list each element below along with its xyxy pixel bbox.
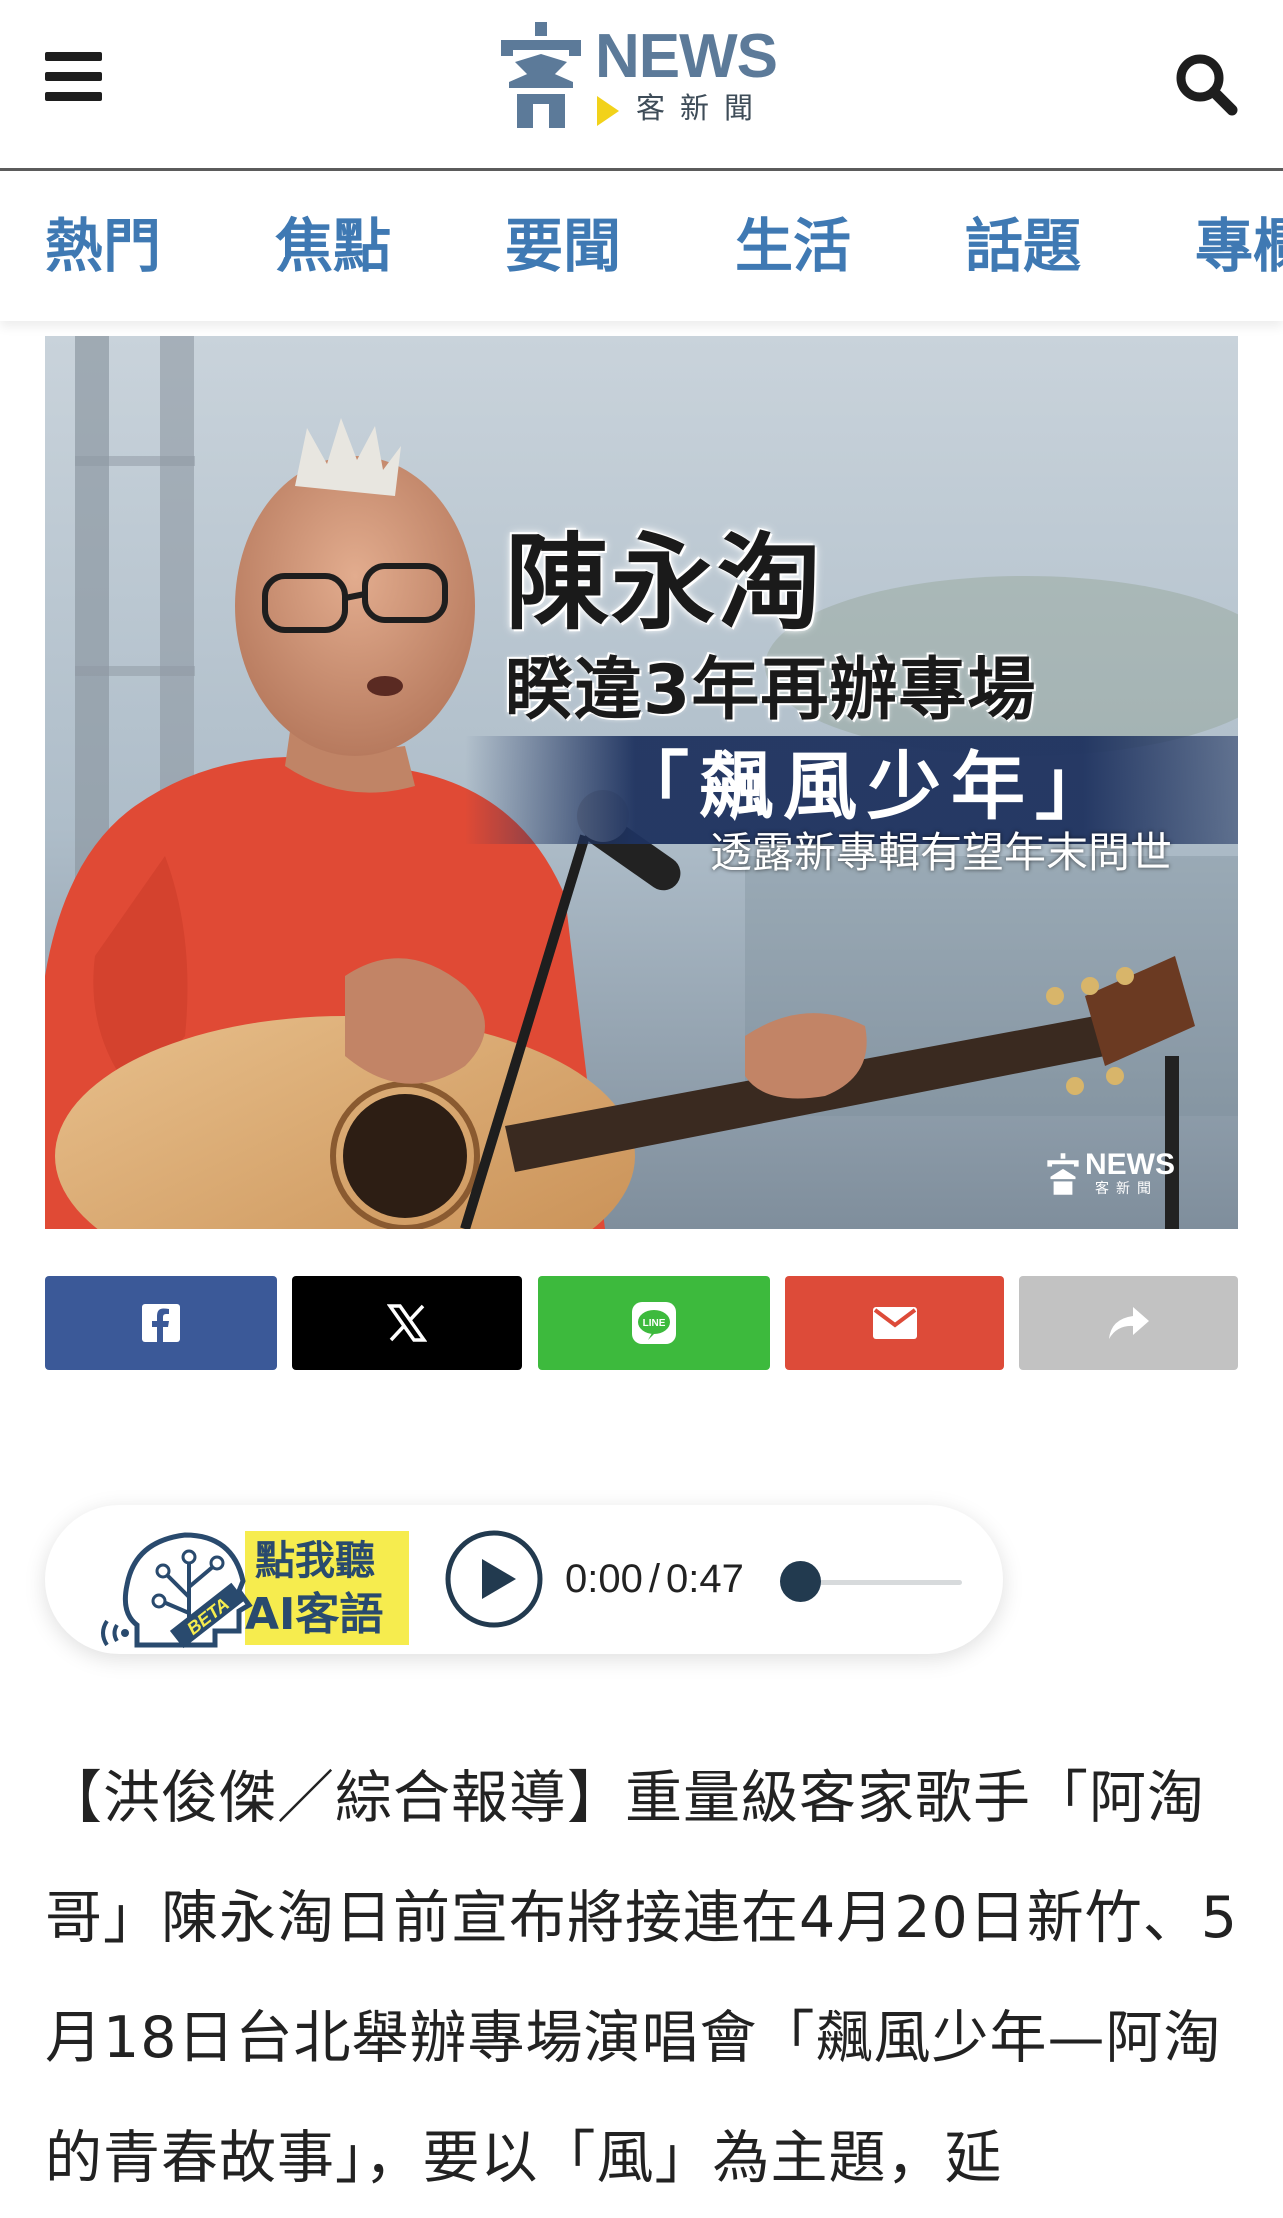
share-email-button[interactable]: [785, 1276, 1004, 1370]
ai-hakka-badge: BETA 點我聽 AI客語: [93, 1521, 409, 1649]
logo-wordmark: NEWS: [595, 22, 778, 91]
hamburger-menu-icon[interactable]: [45, 52, 102, 102]
seek-bar[interactable]: [800, 1580, 962, 1585]
watermark-logo-icon: [1047, 1153, 1079, 1195]
share-line-button[interactable]: LINE: [538, 1276, 770, 1370]
nav-item-hot[interactable]: 熱門: [45, 214, 161, 279]
time-display: 0:00/0:47: [565, 1555, 744, 1603]
share-arrow-icon: [1108, 1307, 1149, 1339]
share-more-button[interactable]: [1019, 1276, 1238, 1370]
share-x-button[interactable]: [292, 1276, 522, 1370]
facebook-icon: [142, 1304, 180, 1342]
category-nav: 熱門 焦點 要聞 生活 話題 專欄: [0, 171, 1283, 321]
play-button[interactable]: [444, 1529, 544, 1629]
logo-triangle-icon: [597, 96, 619, 126]
share-facebook-button[interactable]: [45, 1276, 277, 1370]
ai-audio-player: BETA 點我聽 AI客語 0:00/0:47: [45, 1505, 1003, 1654]
nav-item-headline[interactable]: 要聞: [505, 214, 621, 279]
ai-badge-listen-label: 點我聽: [255, 1538, 375, 1584]
nav-item-focus[interactable]: 焦點: [275, 214, 391, 279]
seek-handle[interactable]: [780, 1561, 821, 1602]
envelope-icon: [872, 1307, 917, 1339]
hero-subtitle-1: 睽違3年再辦專場: [505, 651, 1037, 730]
site-logo[interactable]: NEWS 客新聞: [495, 18, 785, 133]
duration: 0:47: [665, 1557, 744, 1601]
site-header: NEWS 客新聞: [0, 0, 1283, 171]
hero-image[interactable]: 陳永淘 睽違3年再辦專場 「飆風少年」 透露新專輯有望年末問世 NEWS 客新聞: [45, 336, 1238, 1229]
current-time: 0:00: [565, 1557, 643, 1601]
x-icon: [387, 1304, 427, 1342]
ai-head-icon: BETA: [101, 1532, 253, 1649]
time-separator: /: [648, 1557, 660, 1601]
nav-item-life[interactable]: 生活: [735, 214, 851, 279]
ai-badge-hakka-label: AI客語: [245, 1589, 384, 1640]
line-icon: LINE: [632, 1302, 676, 1344]
play-icon: [445, 1530, 543, 1628]
hero-title: 陳永淘: [505, 522, 824, 644]
nav-item-column[interactable]: 專欄: [1195, 214, 1283, 279]
search-icon[interactable]: [1172, 50, 1240, 118]
hero-subtitle-3: 透露新專輯有望年末問世: [710, 828, 1173, 877]
svg-text:LINE: LINE: [643, 1318, 666, 1329]
logo-subtitle: 客新聞: [636, 91, 769, 125]
nav-item-topics[interactable]: 話題: [965, 214, 1081, 279]
watermark-wordmark: NEWS: [1085, 1148, 1175, 1181]
watermark-subtitle: 客新聞: [1095, 1181, 1158, 1197]
hero-watermark: NEWS 客新聞: [1045, 1148, 1175, 1200]
logo-mark-icon: [501, 22, 581, 128]
hero-subtitle-2: 「飆風少年」: [615, 744, 1119, 830]
article-paragraph: 【洪俊傑／綜合報導】重量級客家歌手「阿淘哥」陳永淘日前宣布將接連在4月20日新竹…: [45, 1765, 1239, 2191]
